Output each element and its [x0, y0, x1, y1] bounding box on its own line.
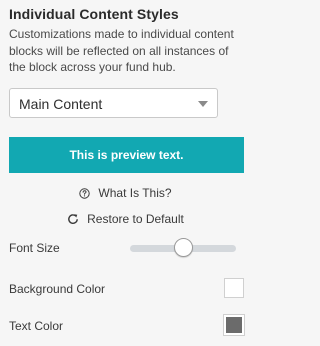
content-block-select-value: Main Content — [19, 96, 103, 112]
background-color-label: Background Color — [9, 282, 106, 296]
what-is-this-label: What Is This? — [98, 186, 172, 200]
font-size-slider-thumb[interactable] — [173, 238, 193, 257]
content-styles-panel: Individual Content Styles Customizations… — [0, 0, 251, 346]
panel-title: Individual Content Styles — [9, 6, 179, 22]
content-block-select[interactable]: Main Content — [9, 88, 218, 118]
chevron-down-icon — [198, 101, 208, 107]
panel-description: Customizations made to individual conten… — [9, 27, 234, 74]
refresh-icon — [67, 213, 79, 225]
restore-default-button[interactable]: Restore to Default — [0, 211, 251, 227]
preview-text: This is preview text. — [69, 148, 184, 162]
font-size-slider[interactable] — [130, 238, 236, 260]
what-is-this-link[interactable]: What Is This? — [0, 185, 251, 201]
restore-default-label: Restore to Default — [87, 212, 184, 226]
text-color-label: Text Color — [9, 319, 64, 333]
font-size-label: Font Size — [9, 241, 60, 255]
question-circle-icon — [79, 187, 91, 199]
background-color-swatch[interactable] — [224, 278, 244, 298]
preview-text-box: This is preview text. — [9, 137, 244, 173]
text-color-swatch[interactable] — [223, 314, 245, 336]
